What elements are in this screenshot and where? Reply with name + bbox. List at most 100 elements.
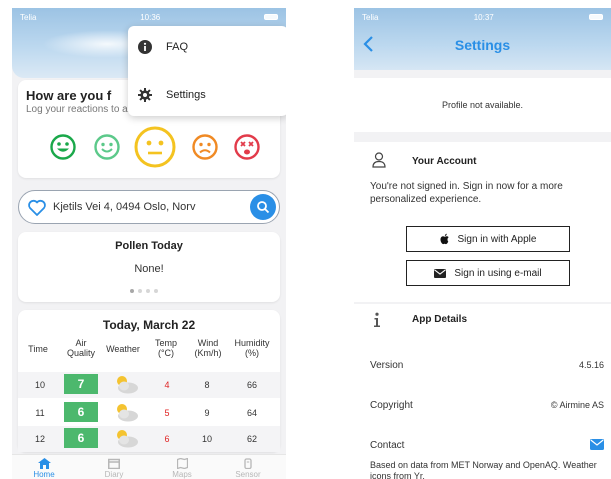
page-dot: [154, 289, 158, 293]
account-title: Your Account: [412, 156, 477, 167]
very-happy-face-icon[interactable]: [50, 134, 76, 160]
row-time: 10: [34, 380, 45, 390]
pollen-title: Pollen Today: [115, 240, 183, 252]
info-circle-icon: [138, 40, 152, 54]
nav-bar: Telia 10:37 Settings: [354, 8, 611, 70]
partly-cloudy-icon: [117, 376, 138, 394]
menu-label: Settings: [166, 89, 206, 101]
account-section: Your Account You're not signed in. Sign …: [354, 142, 611, 302]
contact-row[interactable]: Contact: [370, 439, 604, 451]
row-time: 11: [35, 408, 45, 418]
sign-in-email-label: Sign in using e-mail: [454, 267, 542, 279]
row-humidity: 66: [246, 380, 257, 390]
search-button[interactable]: [250, 194, 276, 220]
tab-label: Maps: [172, 470, 192, 479]
aq-badge: 7: [64, 374, 98, 394]
table-row: 10 7 4 8 66: [18, 372, 280, 398]
very-sad-face-icon[interactable]: [234, 134, 260, 160]
battery-icon: [263, 14, 278, 20]
partly-cloudy-icon: [117, 430, 138, 448]
account-description: You're not signed in. Sign in now for a …: [370, 181, 563, 205]
tab-home[interactable]: Home: [24, 458, 64, 479]
page-dot: [138, 289, 142, 293]
aq-badge: 6: [64, 428, 98, 448]
col-header-wind: Wind (Km/h): [194, 338, 222, 358]
location-input[interactable]: Kjetils Vei 4, 0494 Oslo, Norv: [53, 201, 231, 213]
page-dot: [146, 289, 150, 293]
page-dot: [130, 289, 134, 293]
search-icon: [257, 201, 270, 214]
envelope-icon: [434, 268, 447, 278]
location-search[interactable]: Kjetils Vei 4, 0494 Oslo, Norv: [18, 190, 280, 224]
contact-label: Contact: [370, 440, 405, 451]
home-icon: [37, 458, 51, 469]
calendar-icon: [108, 458, 120, 469]
menu-item-faq[interactable]: FAQ: [128, 30, 286, 64]
col-header-temp: Temp (°C): [154, 338, 177, 358]
row-temp: 5: [164, 408, 170, 418]
status-time: 10:36: [140, 12, 161, 22]
row-wind: 10: [201, 434, 212, 444]
version-label: Version: [370, 360, 404, 371]
status-carrier: Telia: [20, 12, 37, 22]
profile-status: Profile not available.: [441, 100, 524, 110]
settings-screen: Telia 10:37 Settings Profile not availab…: [354, 8, 611, 479]
table-row: 11 6 5 9 64: [18, 400, 280, 426]
data-attribution: Based on data from MET Norway and OpenAQ…: [370, 460, 597, 479]
copyright-row: Copyright © Airmine AS: [370, 400, 604, 411]
happy-face-icon[interactable]: [94, 134, 120, 160]
row-temp: 6: [164, 434, 170, 444]
overflow-menu: FAQ Settings: [128, 26, 286, 116]
battery-icon: [588, 14, 603, 20]
tab-bar: Home Diary Maps Sensor: [12, 454, 286, 479]
page-title: Settings: [454, 37, 511, 53]
copyright-label: Copyright: [370, 400, 413, 411]
aq-badge: 6: [64, 402, 98, 422]
app-details-section: App Details Version 4.5.16 Copyright © A…: [354, 304, 611, 479]
row-temp: 4: [164, 380, 170, 390]
status-bar: Telia 10:36: [12, 8, 286, 26]
tab-label: Home: [33, 470, 55, 479]
home-screen: Telia 10:36 How are you f Log your react…: [12, 8, 286, 479]
tab-label: Sensor: [235, 470, 261, 479]
sign-in-apple-button[interactable]: Sign in with Apple: [406, 226, 570, 252]
info-icon: [374, 312, 380, 327]
page-dots: [130, 289, 158, 293]
status-bar: Telia 10:37: [354, 8, 611, 26]
feeling-title: How are you f: [26, 88, 112, 103]
pollen-value: None!: [134, 263, 164, 275]
tab-diary[interactable]: Diary: [94, 458, 134, 479]
pollen-card[interactable]: Pollen Today None!: [18, 232, 280, 302]
gear-icon: [138, 88, 152, 102]
sad-face-icon[interactable]: [192, 134, 218, 160]
app-details-title: App Details: [412, 314, 468, 325]
col-header-air-quality: Air Quality: [66, 338, 95, 358]
status-carrier: Telia: [362, 12, 379, 22]
mood-faces: [50, 126, 260, 172]
version-row: Version 4.5.16: [370, 360, 604, 371]
col-header-time: Time: [28, 344, 48, 354]
sign-in-apple-label: Sign in with Apple: [457, 233, 537, 245]
menu-label: FAQ: [166, 41, 189, 53]
heart-icon[interactable]: [27, 198, 47, 218]
user-icon: [372, 152, 386, 168]
apple-icon: [439, 233, 449, 245]
neutral-face-icon[interactable]: [134, 126, 176, 168]
row-humidity: 64: [246, 408, 257, 418]
status-time: 10:37: [473, 12, 494, 22]
tab-maps[interactable]: Maps: [162, 458, 202, 479]
tab-sensor[interactable]: Sensor: [228, 458, 268, 479]
profile-section: Profile not available.: [354, 78, 611, 132]
col-header-humidity: Humidity (%): [234, 338, 270, 358]
menu-item-settings[interactable]: Settings: [128, 78, 286, 112]
weather-title: Today, March 22: [102, 318, 196, 332]
partly-cloudy-icon: [117, 404, 138, 422]
mail-icon[interactable]: [590, 439, 604, 450]
table-row: 12 6 6 10 62: [18, 426, 280, 452]
version-value: 4.5.16: [578, 360, 604, 370]
tab-label: Diary: [104, 470, 124, 479]
sensor-icon: [244, 458, 252, 469]
sign-in-email-button[interactable]: Sign in using e-mail: [406, 260, 570, 286]
weather-card: Today, March 22 Time Air Quality Weather…: [18, 310, 280, 452]
row-wind: 8: [204, 380, 210, 390]
